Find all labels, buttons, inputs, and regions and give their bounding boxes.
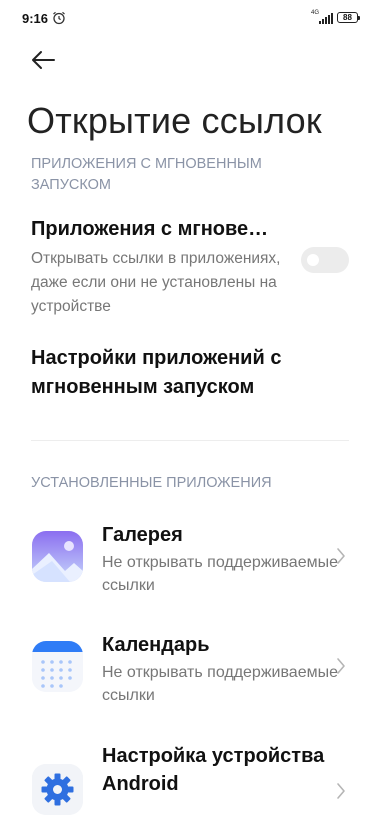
app-row-calendar[interactable]: Календарь Не открывать поддерживаемые сс…: [0, 630, 379, 730]
signal-icon: [319, 13, 333, 24]
section-header-installed: УСТАНОВЛЕННЫЕ ПРИЛОЖЕНИЯ: [31, 475, 272, 491]
instant-apps-title: Приложения с мгнове…: [31, 218, 269, 240]
app-link-status: Не открывать поддерживаемые ссылки: [102, 664, 338, 704]
instant-apps-settings-link[interactable]: Настройки приложений с мгновенным запуск…: [31, 344, 331, 402]
status-bar: 9:16 4G 88: [0, 0, 379, 36]
signal-indicator: 4G: [311, 10, 333, 26]
divider: [31, 440, 349, 441]
back-arrow-icon[interactable]: [30, 50, 56, 70]
alarm-icon: [53, 11, 65, 25]
calendar-icon: [32, 641, 83, 692]
page-title: Открытие ссылок: [27, 100, 322, 141]
instant-apps-description: Открывать ссылки в приложениях, даже есл…: [31, 250, 281, 315]
instant-apps-toggle[interactable]: [301, 247, 349, 273]
app-name: Галерея: [102, 524, 183, 546]
section-header-instant: ПРИЛОЖЕНИЯ С МГНОВЕННЫМ ЗАПУСКОМ: [31, 156, 262, 193]
settings-gear-icon: [32, 764, 83, 815]
network-type: 4G: [311, 10, 320, 16]
app-link-status: Не открывать поддерживаемые ссылки: [102, 554, 338, 594]
app-name: Настройка устройства Android: [102, 745, 325, 795]
chevron-right-icon: [337, 783, 345, 799]
app-row-android-setup[interactable]: Настройка устройства Android: [0, 742, 379, 815]
clock: 9:16: [22, 11, 49, 26]
gallery-icon: [32, 531, 83, 582]
chevron-right-icon: [337, 658, 345, 674]
battery-icon: 88: [337, 12, 360, 23]
app-name: Календарь: [102, 634, 210, 656]
app-row-gallery[interactable]: Галерея Не открывать поддерживаемые ссыл…: [0, 520, 379, 620]
chevron-right-icon: [337, 548, 345, 564]
toggle-knob: [307, 254, 319, 266]
